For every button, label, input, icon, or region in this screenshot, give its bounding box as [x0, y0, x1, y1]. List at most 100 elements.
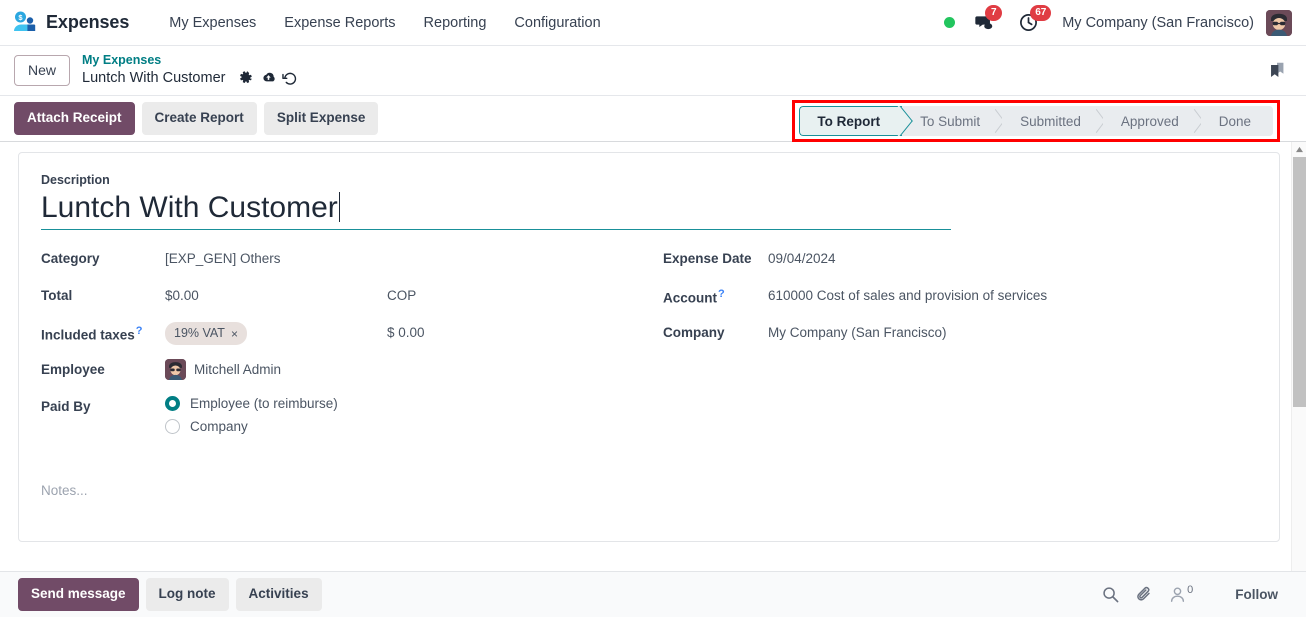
help-tooltip-icon[interactable]: ? [136, 325, 143, 337]
paperclip-icon[interactable] [1135, 586, 1153, 604]
followers-icon [1171, 587, 1185, 603]
attach-receipt-button[interactable]: Attach Receipt [14, 102, 135, 135]
field-row-paid-by: Paid By Employee (to reimburse) Company [41, 396, 663, 442]
form-columns: Category [EXP_GEN] Others Total $0.00 CO… [41, 248, 1257, 451]
expenses-app-icon[interactable]: $ [12, 10, 38, 36]
online-status-dot [944, 17, 956, 28]
status-stage-approved[interactable]: Approved [1102, 106, 1201, 136]
follow-button[interactable]: Follow [1223, 583, 1290, 606]
activities-button[interactable]: 67 [1017, 5, 1052, 34]
menu-item-my-expenses[interactable]: My Expenses [155, 9, 270, 37]
user-avatar[interactable] [1266, 9, 1292, 36]
field-row-company: Company My Company (San Francisco) [663, 322, 1257, 350]
total-value[interactable]: $0.00 [165, 285, 387, 303]
field-row-total: Total $0.00 COP [41, 285, 663, 313]
company-label: Company [663, 325, 725, 341]
included-taxes-label-text: Included taxes [41, 327, 135, 343]
tax-tag-remove-icon[interactable]: × [231, 327, 238, 341]
content-area: Description Luntch With Customer Categor… [0, 142, 1306, 617]
field-row-employee: Employee Mitchell Admin [41, 359, 663, 387]
followers-button[interactable]: 0 [1169, 584, 1194, 603]
notes-field[interactable]: Notes... [41, 483, 1257, 498]
activities-badge: 67 [1030, 5, 1052, 21]
gear-icon[interactable] [235, 68, 257, 88]
account-value[interactable]: 610000 Cost of sales and provision of se… [768, 285, 1047, 303]
chatter-buttons: Send message Log note Activities [18, 578, 322, 611]
breadcrumb-current-record: Luntch With Customer [82, 69, 226, 86]
company-value[interactable]: My Company (San Francisco) [768, 322, 947, 340]
cloud-save-icon[interactable] [257, 68, 279, 88]
description-input[interactable]: Luntch With Customer [41, 189, 951, 231]
account-label-text: Account [663, 290, 717, 306]
expense-date-value[interactable]: 09/04/2024 [768, 248, 836, 266]
new-record-button[interactable]: New [14, 55, 71, 86]
log-note-button[interactable]: Log note [145, 578, 229, 611]
followers-count: 0 [1187, 584, 1194, 596]
bookmark-icon[interactable] [1262, 56, 1292, 86]
discard-undo-icon[interactable] [279, 68, 301, 88]
scrollbar-thumb[interactable] [1293, 157, 1306, 407]
tax-tag[interactable]: 19% VAT × [165, 322, 247, 346]
status-bar: To Report To Submit Submitted Approved D… [799, 106, 1273, 136]
action-buttons: Attach Receipt Create Report Split Expen… [14, 102, 379, 135]
included-taxes-amount: $ 0.00 [387, 325, 425, 341]
breadcrumb-parent-link[interactable]: My Expenses [82, 53, 301, 69]
menu-item-reporting[interactable]: Reporting [410, 9, 501, 37]
messages-button[interactable]: 7 [972, 5, 1003, 34]
employee-label: Employee [41, 362, 105, 378]
description-value: Luntch With Customer [41, 191, 338, 224]
radio-employee-label: Employee (to reimburse) [190, 396, 338, 412]
status-stage-done[interactable]: Done [1200, 106, 1273, 136]
scroll-up-arrow[interactable] [1292, 142, 1306, 157]
field-row-account: Account? 610000 Cost of sales and provis… [663, 285, 1257, 313]
navbar-right-group: 7 67 My Company (San Francisco) [944, 5, 1296, 36]
activities-button-chatter[interactable]: Activities [235, 578, 322, 611]
main-menu: My Expenses Expense Reports Reporting Co… [155, 9, 614, 37]
status-stage-to-report[interactable]: To Report [799, 106, 903, 136]
company-switcher[interactable]: My Company (San Francisco) [1062, 15, 1254, 31]
split-expense-button[interactable]: Split Expense [263, 102, 379, 135]
tax-tag-label: 19% VAT [174, 326, 225, 341]
included-taxes-label: Included taxes? [41, 322, 165, 343]
menu-item-expense-reports[interactable]: Expense Reports [270, 9, 409, 37]
top-navbar: $ Expenses My Expenses Expense Reports R… [0, 0, 1306, 46]
account-help-tooltip-icon[interactable]: ? [718, 288, 725, 300]
breadcrumb-bar: New My Expenses Luntch With Customer [0, 46, 1306, 96]
breadcrumb: My Expenses Luntch With Customer [82, 53, 301, 89]
category-value[interactable]: [EXP_GEN] Others [165, 248, 281, 266]
paid-by-radio-group: Employee (to reimburse) Company [165, 396, 338, 442]
text-caret [338, 192, 340, 222]
radio-company-indicator[interactable] [165, 419, 180, 435]
description-label: Description [41, 173, 110, 187]
form-column-right: Expense Date 09/04/2024 Account? 610000 … [663, 248, 1257, 451]
status-stage-submitted[interactable]: Submitted [1002, 106, 1103, 136]
expense-form-sheet: Description Luntch With Customer Categor… [18, 152, 1280, 542]
chatter-bar: Send message Log note Activities 0 Follo… [0, 571, 1306, 617]
radio-option-company[interactable]: Company [165, 419, 338, 435]
menu-item-configuration[interactable]: Configuration [500, 9, 614, 37]
employee-avatar [165, 359, 186, 381]
vertical-scrollbar[interactable] [1291, 142, 1306, 617]
form-column-left: Category [EXP_GEN] Others Total $0.00 CO… [41, 248, 663, 451]
status-stage-to-submit[interactable]: To Submit [902, 106, 1003, 136]
field-row-expense-date: Expense Date 09/04/2024 [663, 248, 1257, 276]
field-row-category: Category [EXP_GEN] Others [41, 248, 663, 276]
send-message-button[interactable]: Send message [18, 578, 139, 611]
messages-badge: 7 [985, 5, 1003, 21]
employee-value-wrap[interactable]: Mitchell Admin [165, 359, 281, 381]
included-taxes-tags[interactable]: 19% VAT × [165, 322, 387, 346]
chatter-right-tools: 0 Follow [1102, 583, 1290, 606]
radio-option-employee[interactable]: Employee (to reimburse) [165, 396, 338, 412]
search-icon[interactable] [1102, 586, 1119, 603]
field-row-included-taxes: Included taxes? 19% VAT × $ 0.00 [41, 322, 663, 350]
radio-company-label: Company [190, 419, 248, 435]
total-label: Total [41, 288, 73, 304]
radio-employee-indicator[interactable] [165, 396, 180, 412]
create-report-button[interactable]: Create Report [141, 102, 257, 135]
total-currency[interactable]: COP [387, 285, 416, 303]
scrollbar-track[interactable] [1292, 157, 1306, 602]
paid-by-label: Paid By [41, 399, 91, 415]
app-title: Expenses [46, 12, 130, 32]
account-label: Account? [663, 285, 768, 306]
statusbar-highlight-box: To Report To Submit Submitted Approved D… [792, 100, 1280, 142]
